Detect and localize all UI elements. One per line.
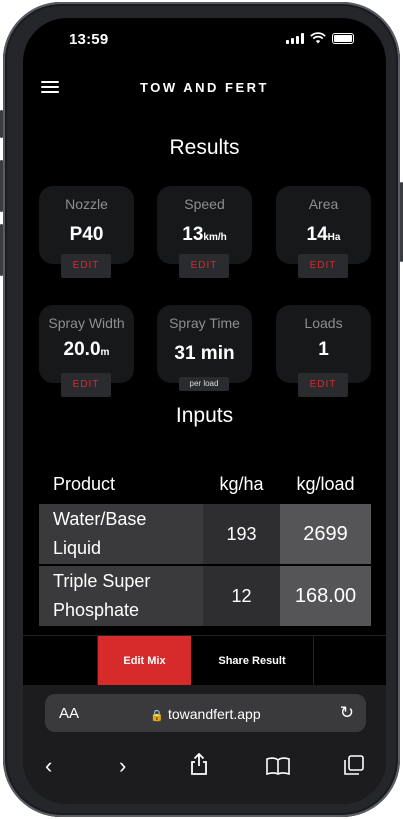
status-time: 13:59: [69, 31, 109, 48]
speed-card: Speed 13km/h EDIT: [157, 186, 252, 278]
spray-width-edit-button[interactable]: EDIT: [61, 373, 111, 397]
product-name: Triple Super Phosphate: [39, 565, 203, 628]
reload-icon[interactable]: ↻: [340, 703, 354, 723]
lock-icon: 🔒: [150, 710, 165, 722]
kg-load-value: 2699: [280, 504, 371, 566]
back-icon[interactable]: ‹: [45, 753, 52, 779]
column-header-kg-load: kg/load: [296, 473, 355, 494]
speed-number: 13: [182, 224, 204, 245]
spray-width-label: Spray Width: [48, 315, 125, 331]
kg-ha-value: 12: [203, 565, 280, 628]
speed-label: Speed: [184, 196, 225, 212]
inputs-title: Inputs: [175, 404, 234, 427]
area-edit-button[interactable]: EDIT: [298, 254, 348, 278]
nozzle-value: P40: [69, 224, 104, 245]
notch: [138, 18, 271, 48]
table-row: Triple Super Phosphate 12 168.00: [39, 565, 371, 628]
action-bar-spacer-left: [23, 636, 98, 686]
share-result-button[interactable]: Share Result: [191, 636, 314, 686]
share-icon[interactable]: [189, 753, 209, 775]
spray-width-value: 20.0m: [39, 339, 134, 361]
battery-icon: [332, 32, 354, 44]
mute-switch: [0, 110, 3, 138]
area-value: 14Ha: [276, 224, 371, 246]
spray-width-number: 20.0: [63, 339, 101, 360]
results-title: Results: [169, 136, 240, 159]
area-unit: Ha: [327, 232, 341, 243]
product-name: Water/Base Liquid: [39, 504, 203, 566]
action-bar-spacer-right: [314, 636, 386, 686]
address-bar[interactable]: AA 🔒 towandfert.app ↻: [45, 694, 366, 732]
speed-unit: km/h: [203, 232, 227, 243]
table-header-row: Product kg/ha kg/load: [39, 464, 371, 504]
action-bar: Edit Mix Share Result: [23, 635, 386, 686]
spray-width-unit: m: [100, 347, 110, 358]
per-load-note: per load: [179, 377, 229, 391]
spray-time-card: Spray Time 31 min per load: [157, 305, 252, 391]
loads-card: Loads 1 EDIT: [276, 305, 371, 397]
url-display[interactable]: 🔒 towandfert.app: [45, 706, 366, 722]
phone-frame: 13:59 TOW AND FERT Results Nozzle P40 ED…: [0, 2, 403, 817]
column-header-kg-ha: kg/ha: [219, 473, 264, 494]
url-text: towandfert.app: [167, 706, 261, 722]
area-number: 14: [306, 224, 328, 245]
browser-toolbar: AA 🔒 towandfert.app ↻ ‹ ›: [23, 685, 386, 804]
volume-up-button: [0, 160, 3, 212]
area-label: Area: [308, 196, 339, 212]
wifi-icon: [310, 32, 326, 44]
kg-load-value: 168.00: [280, 565, 371, 628]
loads-edit-button[interactable]: EDIT: [298, 373, 348, 397]
loads-label: Loads: [304, 315, 343, 331]
tabs-icon[interactable]: [344, 755, 364, 775]
edit-mix-button[interactable]: Edit Mix: [98, 636, 191, 686]
bookmarks-icon[interactable]: [266, 757, 290, 775]
screen: 13:59 TOW AND FERT Results Nozzle P40 ED…: [23, 18, 386, 804]
speed-edit-button[interactable]: EDIT: [179, 254, 229, 278]
inputs-table: Product kg/ha kg/load Water/Base Liquid 1…: [39, 464, 371, 628]
nozzle-card: Nozzle P40 EDIT: [39, 186, 134, 278]
forward-icon[interactable]: ›: [119, 753, 126, 779]
status-icons: [286, 32, 354, 44]
table-row: Water/Base Liquid 193 2699: [39, 504, 371, 566]
nozzle-edit-button[interactable]: EDIT: [61, 254, 111, 278]
area-card: Area 14Ha EDIT: [276, 186, 371, 278]
volume-down-button: [0, 224, 3, 276]
loads-value: 1: [318, 339, 329, 360]
signal-icon: [286, 32, 304, 44]
spray-time-label: Spray Time: [169, 315, 240, 331]
kg-ha-value: 193: [203, 504, 280, 566]
column-header-product: Product: [53, 473, 116, 494]
speed-value: 13km/h: [157, 224, 252, 246]
app-brand: TOW AND FERT: [140, 80, 269, 95]
spray-width-card: Spray Width 20.0m EDIT: [39, 305, 134, 397]
nozzle-label: Nozzle: [65, 196, 108, 212]
spray-time-value: 31 min: [174, 343, 235, 364]
